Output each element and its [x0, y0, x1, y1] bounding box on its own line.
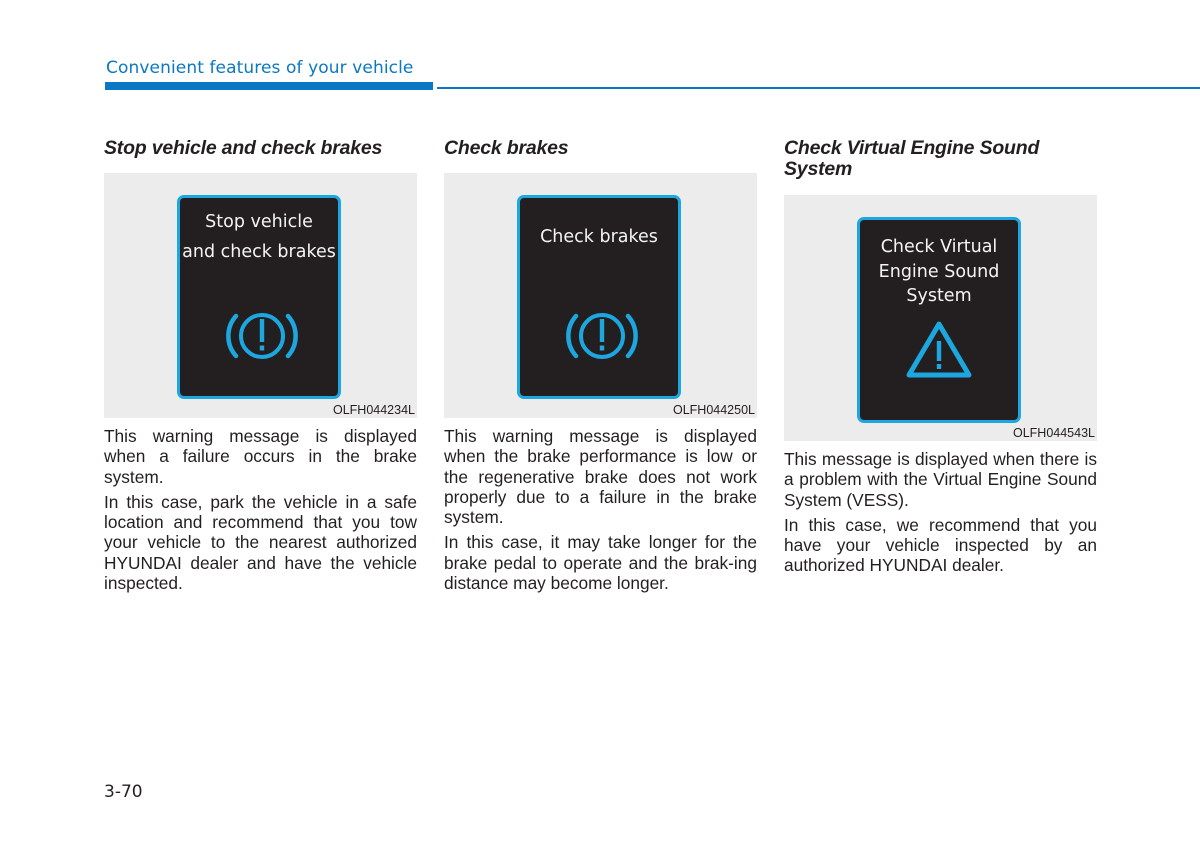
section-title: Check brakes [444, 137, 569, 159]
display-line: Check Virtual [880, 237, 998, 257]
brake-warning-icon [226, 313, 298, 359]
page-number: 3-70 [104, 782, 143, 802]
figure-code: OLFH044250L [672, 403, 755, 417]
figure: Check brakes OLFH044250L [444, 173, 757, 418]
display-line: and check brakes [182, 242, 336, 262]
section-title: Stop vehicle and check brakes [104, 137, 383, 159]
chapter-title: Convenient features of your vehicle [106, 58, 414, 78]
display-message: Stop vehicle and check brakes [180, 207, 338, 267]
display-line: Check brakes [540, 227, 658, 247]
display-message: Check Virtual Engine Sound System [860, 235, 1018, 309]
paragraph: This warning message is displayed when a… [104, 426, 417, 487]
display-line: Engine Sound [878, 261, 1000, 282]
display-line: System [906, 286, 972, 306]
section-body: This warning message is displayed when t… [444, 426, 757, 593]
paragraph: This message is displayed when there is … [784, 449, 1097, 510]
figure-code: OLFH044234L [332, 403, 415, 417]
paragraph: In this case, park the vehicle in a safe… [104, 491, 417, 594]
paragraph: This warning message is displayed when t… [444, 426, 757, 528]
section-body: This message is displayed when there is … [784, 449, 1097, 576]
header-accent-bar [105, 82, 433, 90]
brake-warning-icon [566, 313, 638, 359]
cluster-display: Check brakes [517, 195, 681, 399]
section-body: This warning message is displayed when a… [104, 426, 417, 593]
section-check-brakes: Check brakes Check brakes OLFH044250L Th… [444, 138, 757, 593]
paragraph: In this case, it may take longer for the… [444, 532, 757, 594]
figure: Stop vehicle and check brakes OLFH044234… [104, 173, 417, 418]
figure: Check Virtual Engine Sound System OLFH04… [784, 195, 1097, 441]
section-title: Check Virtual Engine Sound System [784, 137, 1040, 180]
header-rule [437, 87, 1200, 89]
section-stop-vehicle-check-brakes: Stop vehicle and check brakes Stop vehic… [104, 138, 417, 593]
warning-triangle-icon [906, 321, 972, 378]
cluster-display: Check Virtual Engine Sound System [857, 217, 1021, 423]
display-message: Check brakes [520, 222, 678, 252]
cluster-display: Stop vehicle and check brakes [177, 195, 341, 399]
paragraph: In this case, we recommend that you have… [784, 514, 1097, 576]
section-check-vess: Check Virtual Engine Sound System Check … [784, 138, 1097, 576]
display-line: Stop vehicle [205, 212, 313, 232]
figure-code: OLFH044543L [1012, 426, 1095, 440]
